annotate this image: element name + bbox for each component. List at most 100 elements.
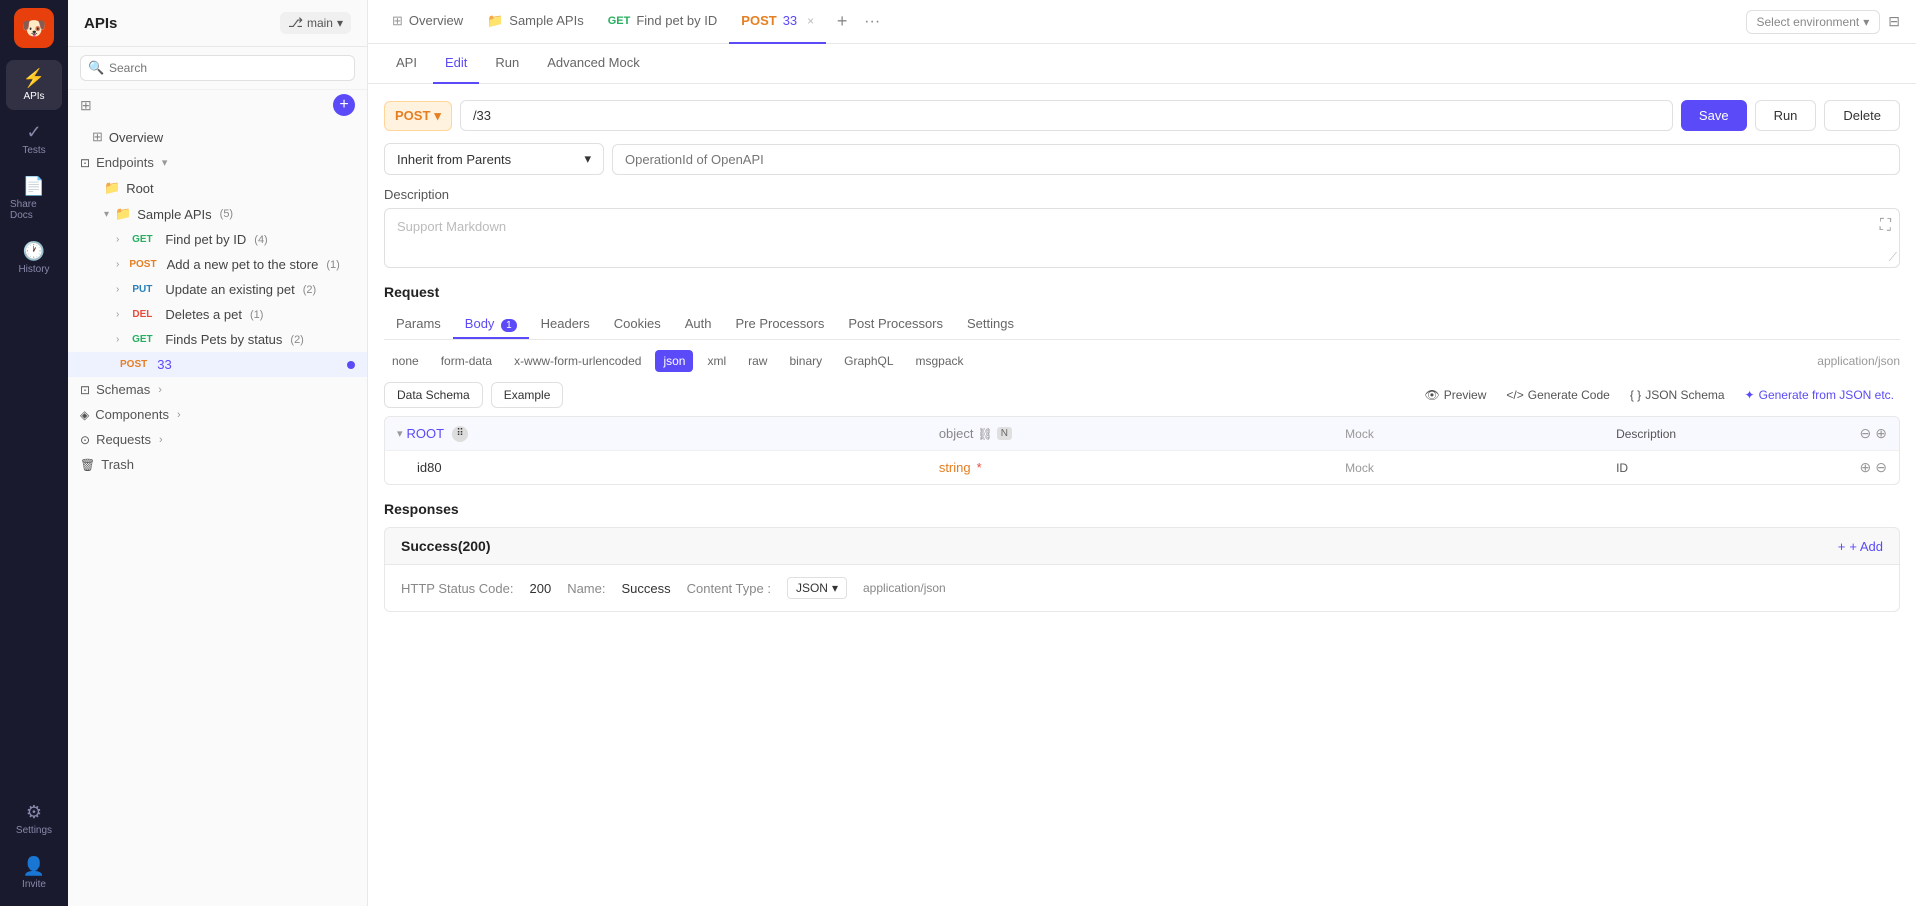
run-button[interactable]: Run — [1755, 100, 1817, 131]
sidebar-item-sample-apis[interactable]: ▾ 📁 Sample APIs (5) — [68, 201, 367, 227]
req-tab-post-processors[interactable]: Post Processors — [836, 310, 955, 339]
tab-sample-apis[interactable]: 📁 Sample APIs — [475, 0, 596, 44]
expand-icon[interactable]: ⛶ — [1880, 217, 1891, 235]
data-schema-button[interactable]: Data Schema — [384, 382, 483, 408]
sidebar-section-components[interactable]: ◈ Components › — [68, 402, 367, 427]
preview-action[interactable]: 👁 Preview — [1418, 384, 1492, 406]
body-pill-raw[interactable]: raw — [740, 350, 775, 372]
id80-label: id80 — [417, 460, 442, 475]
body-pill-form-data[interactable]: form-data — [433, 350, 500, 372]
req-tab-settings[interactable]: Settings — [955, 310, 1026, 339]
save-button[interactable]: Save — [1681, 100, 1747, 131]
tab-close-icon[interactable]: × — [807, 14, 814, 28]
json-schema-action[interactable]: { } JSON Schema — [1624, 384, 1731, 406]
add-response-button[interactable]: + + Add — [1838, 539, 1883, 554]
sidebar-section-endpoints[interactable]: ⊡ Endpoints ▾ — [68, 150, 367, 175]
sidebar-item-delete-pet[interactable]: › DEL Deletes a pet (1) — [68, 302, 367, 327]
delete-button[interactable]: Delete — [1824, 100, 1900, 131]
req-tab-auth[interactable]: Auth — [673, 310, 724, 339]
sidebar-item-history[interactable]: 🕐 History — [6, 233, 62, 283]
id80-description: ID — [1616, 461, 1628, 475]
root-expand-icon[interactable]: ▾ — [397, 427, 403, 440]
drag-handle-icon: ⠿ — [452, 426, 468, 442]
method-badge-get-2: GET — [125, 333, 159, 346]
delete-pet-count: (1) — [250, 309, 263, 321]
link-icon[interactable]: ⛓ — [978, 427, 993, 441]
method-label: POST — [395, 108, 430, 123]
body-pill-binary[interactable]: binary — [781, 350, 830, 372]
json-schema-icon: { } — [1630, 388, 1641, 402]
sidebar-item-root[interactable]: 📁 Root — [68, 175, 367, 201]
generate-from-json-icon: ✦ — [1745, 388, 1755, 402]
add-tab-button[interactable]: + — [830, 10, 854, 34]
body-pill-urlencoded[interactable]: x-www-form-urlencoded — [506, 350, 649, 372]
body-pill-json[interactable]: json — [655, 350, 693, 372]
inherit-selector[interactable]: Inherit from Parents ▾ — [384, 143, 604, 175]
method-selector[interactable]: POST ▾ — [384, 101, 452, 131]
schemas-label: Schemas — [96, 382, 150, 397]
add-icon[interactable]: ⊕ — [1875, 425, 1887, 442]
tab-find-pet[interactable]: GET Find pet by ID — [596, 0, 730, 44]
sub-tab-advanced-mock[interactable]: Advanced Mock — [535, 44, 652, 84]
content-type-label: application/json — [1817, 354, 1900, 368]
collapse-panel-button[interactable]: ⊟ — [1884, 9, 1904, 34]
req-tab-pre-processors[interactable]: Pre Processors — [723, 310, 836, 339]
chevron-right-icon-5: › — [116, 334, 119, 345]
body-pill-msgpack[interactable]: msgpack — [908, 350, 972, 372]
more-options-button[interactable]: ··· — [858, 8, 886, 36]
body-pill-xml[interactable]: xml — [699, 350, 734, 372]
sidebar-item-apis[interactable]: ⚡ APIs — [6, 60, 62, 110]
sidebar-item-overview[interactable]: ⊞ Overview — [68, 124, 367, 150]
tab-overview[interactable]: ⊞ Overview — [380, 0, 475, 44]
content-type-selector[interactable]: JSON ▾ — [787, 577, 847, 599]
req-tab-params[interactable]: Params — [384, 310, 453, 339]
req-tab-cookies[interactable]: Cookies — [602, 310, 673, 339]
subtract-icon[interactable]: ⊖ — [1860, 425, 1872, 442]
inherit-chevron-icon: ▾ — [584, 151, 591, 167]
endpoints-label: Endpoints — [96, 155, 154, 170]
description-area[interactable]: Support Markdown ⛶ ⟋ — [384, 208, 1900, 268]
tabs-container: ⊞ Overview 📁 Sample APIs GET Find pet by… — [380, 0, 826, 44]
root-desc-row: Description ⊖ ⊕ — [1616, 425, 1887, 442]
branch-selector[interactable]: ⎇ main ▾ — [280, 12, 351, 34]
root-field-mock: Mock — [1345, 427, 1616, 441]
sub-tab-api[interactable]: API — [384, 44, 429, 84]
sample-apis-count: (5) — [220, 208, 233, 220]
sidebar-item-share-docs[interactable]: 📄 Share Docs — [6, 168, 62, 229]
example-button[interactable]: Example — [491, 382, 564, 408]
sidebar-item-post33[interactable]: POST 33 — [68, 352, 367, 377]
content-type-meta-label: Content Type : — [687, 581, 771, 596]
inherit-row: Inherit from Parents ▾ — [384, 143, 1900, 175]
sub-tab-edit[interactable]: Edit — [433, 44, 479, 84]
generate-code-action[interactable]: </> Generate Code — [1500, 384, 1615, 406]
tab-post33[interactable]: POST 33 × — [729, 0, 826, 44]
sidebar-section-trash[interactable]: 🗑 Trash — [68, 452, 367, 477]
environment-selector[interactable]: Select environment ▾ — [1746, 10, 1881, 34]
sidebar-item-invite[interactable]: 👤 Invite — [6, 848, 62, 898]
sidebar-item-finds-pets[interactable]: › GET Finds Pets by status (2) — [68, 327, 367, 352]
req-tab-body[interactable]: Body 1 — [453, 310, 529, 339]
id80-subtract-icon[interactable]: ⊖ — [1875, 459, 1887, 476]
sidebar-item-tests[interactable]: ✓ Tests — [6, 114, 62, 164]
req-tab-headers[interactable]: Headers — [529, 310, 602, 339]
response-meta: HTTP Status Code: 200 Name: Success Cont… — [401, 577, 1883, 599]
sub-tab-run[interactable]: Run — [483, 44, 531, 84]
resize-handle[interactable]: ⟋ — [1889, 250, 1897, 265]
operation-id-input[interactable] — [612, 144, 1900, 175]
body-pill-graphql[interactable]: GraphQL — [836, 350, 901, 372]
sidebar-item-update-pet[interactable]: › PUT Update an existing pet (2) — [68, 277, 367, 302]
add-button[interactable]: + — [333, 94, 355, 116]
sidebar-item-find-pet[interactable]: › GET Find pet by ID (4) — [68, 227, 367, 252]
sidebar: APIs ⎇ main ▾ 🔍 ⊞ + ⊞ Overview ⊡ Endpoin… — [68, 0, 368, 906]
sidebar-item-add-pet[interactable]: › POST Add a new pet to the store (1) — [68, 252, 367, 277]
generate-from-json-action[interactable]: ✦ Generate from JSON etc. — [1739, 384, 1900, 406]
search-input[interactable] — [80, 55, 355, 81]
filter-icon[interactable]: ⊞ — [80, 97, 92, 114]
id80-add-icon[interactable]: ⊕ — [1860, 459, 1872, 476]
responses-section-title: Responses — [384, 501, 1900, 517]
sidebar-section-schemas[interactable]: ⊡ Schemas › — [68, 377, 367, 402]
path-input[interactable] — [460, 100, 1673, 131]
sidebar-item-settings[interactable]: ⚙ Settings — [6, 794, 62, 844]
body-pill-none[interactable]: none — [384, 350, 427, 372]
sidebar-section-requests[interactable]: ⊙ Requests › — [68, 427, 367, 452]
